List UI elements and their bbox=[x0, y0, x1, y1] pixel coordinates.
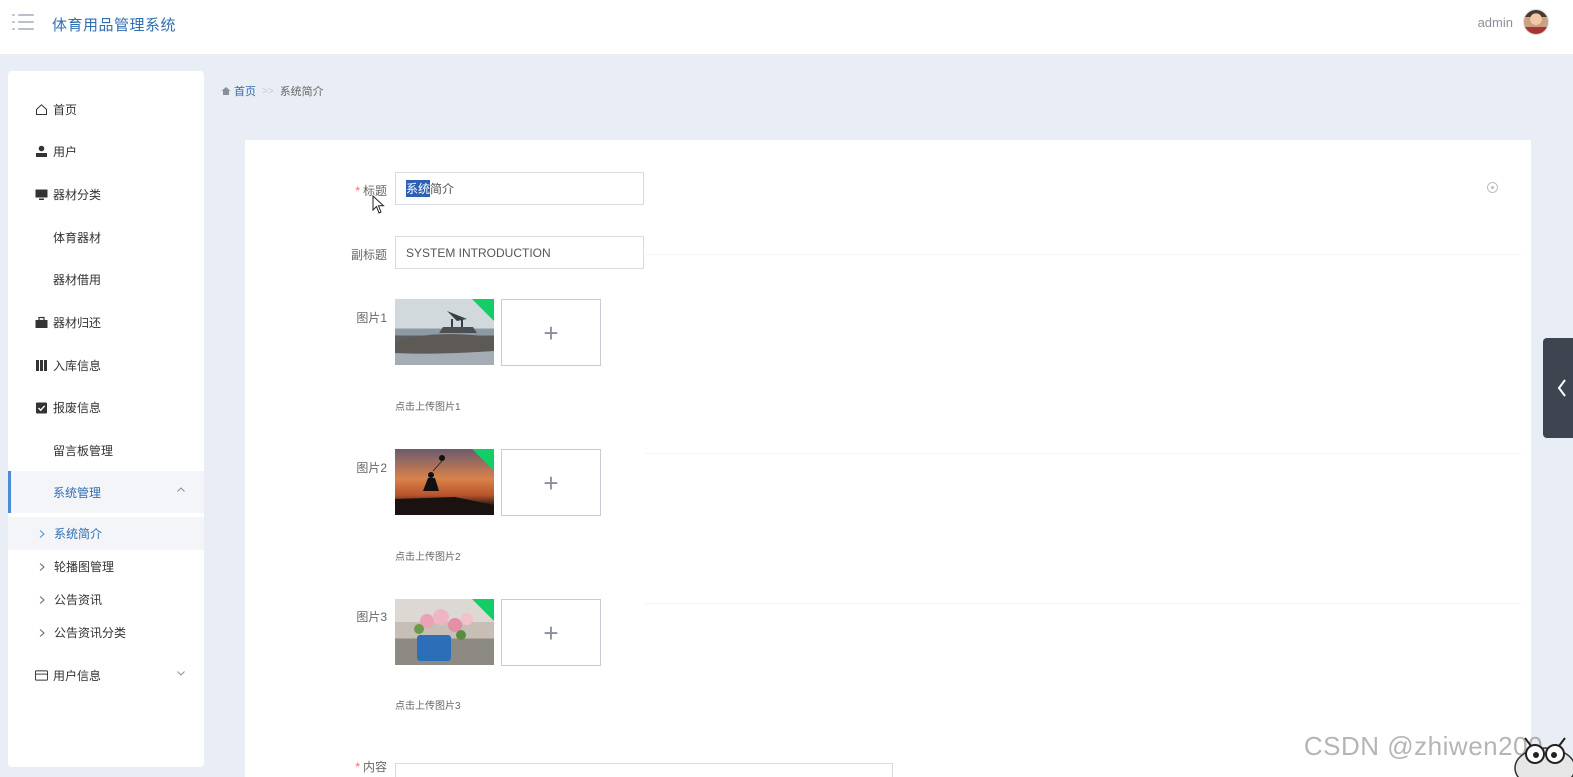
image3-label: 图片3 bbox=[356, 610, 387, 624]
breadcrumb-current: 系统简介 bbox=[279, 86, 324, 98]
image2-thumbnail[interactable] bbox=[395, 449, 494, 515]
sidebar-item-label: 入库信息 bbox=[53, 358, 102, 373]
breadcrumb-home-label: 首页 bbox=[234, 86, 256, 98]
close-circle-icon[interactable] bbox=[1487, 182, 1498, 193]
submenu-item-system-intro[interactable]: 系统简介 bbox=[8, 517, 204, 550]
sidebar-item-label: 留言板管理 bbox=[53, 443, 114, 458]
content-label: * 内容 bbox=[355, 760, 387, 774]
card-icon bbox=[35, 669, 48, 682]
menu-toggle-icon[interactable] bbox=[12, 13, 34, 31]
sidebar-item-user-info[interactable]: 用户信息 bbox=[8, 654, 204, 696]
sidebar-item-user[interactable]: 用户 bbox=[8, 130, 204, 172]
sidebar-item-equipment-return[interactable]: 器材归还 bbox=[8, 301, 204, 343]
submenu-item-label: 公告资讯分类 bbox=[54, 626, 127, 640]
app-title: 体育用品管理系统 bbox=[52, 17, 177, 34]
grid-icon bbox=[35, 231, 48, 244]
title-input[interactable]: 系统 简介 bbox=[395, 172, 644, 205]
sidebar: 首页 用户 器材分类 体育器材 器材借用 器材归还 入库信息 报废信息 留言板管… bbox=[8, 71, 204, 767]
chevron-left-icon bbox=[1557, 379, 1566, 397]
submenu-item-label: 轮播图管理 bbox=[54, 560, 115, 574]
submenu-item-news[interactable]: 公告资讯 bbox=[8, 583, 204, 616]
chevron-right-icon bbox=[39, 628, 45, 637]
mouse-cursor-icon bbox=[372, 195, 385, 214]
sidebar-item-label: 报废信息 bbox=[53, 400, 102, 415]
user-icon bbox=[35, 145, 48, 158]
image1-hint: 点击上传图片1 bbox=[395, 402, 461, 413]
image1-label: 图片1 bbox=[356, 311, 387, 325]
sidebar-item-label: 用户 bbox=[53, 144, 78, 159]
breadcrumb-separator: >> bbox=[262, 85, 274, 97]
raccoon-mascot-icon bbox=[1514, 737, 1573, 777]
user-menu[interactable]: admin bbox=[1478, 9, 1549, 35]
chevron-up-icon bbox=[177, 487, 185, 492]
sidebar-item-label: 体育器材 bbox=[53, 230, 102, 245]
sidebar-item-label: 用户信息 bbox=[53, 668, 102, 683]
title-rest-text: 简介 bbox=[430, 182, 455, 196]
image1-thumbnail[interactable] bbox=[395, 299, 494, 365]
chevron-down-icon bbox=[177, 671, 185, 676]
sidebar-item-equipment-borrow[interactable]: 器材借用 bbox=[8, 258, 204, 300]
plus-icon: + bbox=[543, 467, 559, 498]
breadcrumb: 首页 >> 系统简介 bbox=[221, 83, 324, 99]
grid-icon bbox=[35, 486, 48, 499]
sidebar-item-system-management[interactable]: 系统管理 bbox=[8, 471, 204, 513]
monitor-icon bbox=[35, 188, 48, 201]
sidebar-item-label: 系统管理 bbox=[53, 485, 102, 500]
sidebar-item-equipment-category[interactable]: 器材分类 bbox=[8, 173, 204, 215]
image2-upload-button[interactable]: + bbox=[501, 449, 601, 516]
chevron-right-icon bbox=[39, 595, 45, 604]
avatar[interactable] bbox=[1523, 9, 1549, 35]
plus-icon: + bbox=[543, 617, 559, 648]
submenu-item-news-category[interactable]: 公告资讯分类 bbox=[8, 616, 204, 649]
sidebar-item-home[interactable]: 首页 bbox=[8, 88, 204, 130]
image3-thumbnail[interactable] bbox=[395, 599, 494, 665]
sidebar-item-message-board[interactable]: 留言板管理 bbox=[8, 429, 204, 471]
user-name[interactable]: admin bbox=[1478, 15, 1513, 30]
sidebar-item-label: 器材借用 bbox=[53, 272, 102, 287]
sidebar-item-label: 器材归还 bbox=[53, 315, 102, 330]
chevron-right-icon bbox=[39, 562, 45, 571]
chevron-right-icon bbox=[39, 529, 45, 538]
submenu-item-label: 系统简介 bbox=[54, 527, 103, 541]
grid-icon bbox=[35, 444, 48, 457]
sidebar-item-label: 器材分类 bbox=[53, 187, 102, 202]
sidebar-item-scrap[interactable]: 报废信息 bbox=[8, 386, 204, 428]
content-editor[interactable] bbox=[395, 763, 893, 777]
image2-hint: 点击上传图片2 bbox=[395, 552, 461, 563]
clipboard-check-icon bbox=[35, 401, 48, 414]
form-card: * 标题 系统 简介 副标题 SYSTEM INTRODUCTION 图片1 + 点… bbox=[245, 140, 1531, 777]
image3-upload-button[interactable]: + bbox=[501, 599, 601, 666]
sidebar-item-sports-equipment[interactable]: 体育器材 bbox=[8, 216, 204, 258]
submenu-item-carousel[interactable]: 轮播图管理 bbox=[8, 550, 204, 583]
image1-upload-button[interactable]: + bbox=[501, 299, 601, 366]
plus-icon: + bbox=[543, 317, 559, 348]
home-icon bbox=[35, 103, 48, 116]
title-selected-text: 系统 bbox=[406, 180, 431, 197]
subtitle-input[interactable]: SYSTEM INTRODUCTION bbox=[395, 236, 644, 269]
briefcase-icon bbox=[35, 316, 48, 329]
side-collapse-tab[interactable] bbox=[1543, 338, 1573, 438]
image2-label: 图片2 bbox=[356, 461, 387, 475]
book-icon bbox=[35, 359, 48, 372]
sidebar-item-label: 首页 bbox=[53, 102, 78, 117]
top-header: 体育用品管理系统 admin bbox=[0, 0, 1573, 54]
subtitle-label: 副标题 bbox=[350, 248, 387, 262]
submenu-item-label: 公告资讯 bbox=[54, 593, 103, 607]
sidebar-item-stock-in[interactable]: 入库信息 bbox=[8, 344, 204, 386]
image3-hint: 点击上传图片3 bbox=[395, 701, 461, 712]
grid-icon bbox=[35, 273, 48, 286]
home-icon bbox=[221, 87, 231, 95]
breadcrumb-home[interactable]: 首页 bbox=[221, 83, 256, 99]
